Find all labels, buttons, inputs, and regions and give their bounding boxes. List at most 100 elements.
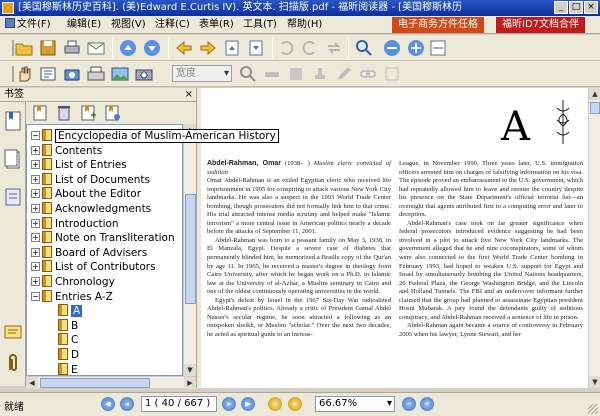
expand-icon[interactable]: +	[31, 174, 40, 184]
expand-bookmark-icon[interactable]	[30, 103, 50, 123]
scroll-left-arrow[interactable]: ◀	[26, 377, 38, 389]
save-icon[interactable]	[38, 38, 58, 58]
expand-icon[interactable]: +	[31, 204, 40, 213]
bookmark-item[interactable]: + About the Editor	[31, 187, 141, 202]
scroll-thumb[interactable]	[590, 102, 600, 114]
pencil-icon[interactable]	[334, 64, 354, 84]
bookmark-item[interactable]: + Board of Advisers	[31, 245, 147, 261]
scroll-thumb[interactable]	[185, 194, 196, 304]
expand-icon[interactable]: +	[31, 145, 40, 155]
forward-icon[interactable]	[198, 38, 218, 58]
last-page-icon[interactable]	[246, 38, 266, 58]
bookmark-horizontal-scrollbar[interactable]: ◀ ▶	[26, 376, 196, 389]
redo-icon[interactable]	[300, 38, 320, 58]
menu-view[interactable]: 视图(V)	[108, 18, 149, 32]
menu-edit[interactable]: 编辑(E)	[64, 18, 104, 32]
first-page-icon[interactable]	[222, 38, 242, 58]
collapse-icon[interactable]: −	[31, 291, 40, 301]
expand-icon[interactable]: +	[31, 218, 40, 228]
fit-width-icon[interactable]	[428, 38, 448, 58]
menu-form[interactable]: 表单(R)	[196, 18, 237, 32]
bookmark-item[interactable]: − Entries A-Z	[31, 289, 113, 305]
prev-page-button[interactable]: ◂	[120, 397, 134, 411]
menu-help[interactable]: 帮助(H)	[284, 18, 325, 32]
bookmark-item[interactable]: + List of Entries	[31, 158, 127, 173]
link-icon[interactable]	[358, 64, 378, 84]
bookmark-item[interactable]: + Contents	[31, 143, 102, 159]
expand-icon[interactable]: +	[31, 160, 40, 170]
back-icon[interactable]	[174, 38, 194, 58]
attachments-tab-icon[interactable]	[3, 352, 23, 374]
select-text-icon[interactable]	[38, 64, 58, 84]
ad-banner-2[interactable]: 福昕ID7文档合伴	[496, 17, 586, 33]
bookmark-item[interactable]: + Introduction	[31, 216, 119, 232]
menu-comment[interactable]: 注释(C)	[152, 18, 193, 32]
bookmark-vertical-scrollbar[interactable]: ▲ ▼	[183, 124, 196, 376]
next-page-button[interactable]: ▸	[222, 397, 236, 411]
open-folder-icon[interactable]	[14, 38, 34, 58]
hand-tool-icon[interactable]	[14, 64, 34, 84]
email-icon[interactable]	[86, 38, 106, 58]
minimize-button[interactable]: _	[554, 1, 568, 14]
typewriter-icon[interactable]	[86, 64, 106, 84]
comments-tab-icon[interactable]	[3, 322, 23, 344]
bookmark-item[interactable]: − Encyclopedia of Muslim-American History	[31, 129, 279, 144]
zoom-in-button[interactable]: +	[420, 397, 434, 411]
maximize-button[interactable]: □	[569, 1, 583, 14]
expand-icon[interactable]: +	[31, 262, 40, 272]
next-page-icon[interactable]	[142, 38, 162, 58]
zoom-icon[interactable]	[354, 38, 374, 58]
search-icon[interactable]	[238, 64, 258, 84]
resize-grip[interactable]	[588, 404, 598, 414]
ad-banner-1[interactable]: 电子商务方件任格	[392, 17, 484, 33]
expand-icon[interactable]: +	[31, 189, 40, 199]
expand-icon[interactable]: +	[31, 247, 40, 257]
first-page-button[interactable]: ◀	[101, 397, 115, 411]
properties-bookmark-icon[interactable]	[102, 103, 122, 123]
zoom-out-button[interactable]: −	[402, 397, 416, 411]
snapshot-icon[interactable]	[62, 64, 82, 84]
back-view-button[interactable]: ◂	[268, 397, 282, 411]
bookmark-item[interactable]: + Acknowledgments	[31, 202, 151, 217]
scroll-right-arrow[interactable]: ▶	[184, 377, 196, 389]
layers-tab-icon[interactable]	[3, 186, 23, 208]
bookmark-item[interactable]: A	[45, 304, 83, 319]
attachment-icon[interactable]	[382, 64, 402, 84]
new-bookmark-icon[interactable]	[78, 103, 98, 123]
pages-tab-icon[interactable]	[3, 148, 23, 170]
scroll-thumb[interactable]	[40, 378, 150, 388]
scroll-down-arrow[interactable]: ▼	[184, 364, 196, 376]
page-number-field[interactable]: 1 ( 40 / 667 )	[141, 396, 217, 412]
bookmarks-tab-icon[interactable]	[3, 110, 23, 132]
highlight-icon[interactable]	[262, 64, 282, 84]
zoom-in-icon[interactable]	[406, 38, 426, 58]
camera-icon[interactable]	[134, 64, 154, 84]
expand-icon[interactable]: +	[31, 233, 40, 243]
close-panel-button[interactable]: ×	[185, 88, 193, 102]
scroll-up-arrow[interactable]: ▲	[589, 88, 600, 100]
bookmark-item[interactable]: + List of Contributors	[31, 260, 156, 275]
bookmark-item[interactable]: + Chronology	[31, 275, 115, 290]
document-vertical-scrollbar[interactable]: ▲ ▼	[588, 88, 600, 388]
image-icon[interactable]	[110, 64, 130, 84]
bookmark-item[interactable]: D	[45, 348, 79, 363]
bookmark-item[interactable]: + Note on Transliteration	[31, 231, 175, 246]
undo-icon[interactable]	[276, 38, 296, 58]
forward-view-button[interactable]: ▸	[288, 397, 302, 411]
close-button[interactable]: ×	[584, 1, 598, 14]
rotate-icon[interactable]	[324, 38, 344, 58]
scroll-down-arrow[interactable]: ▼	[589, 376, 600, 388]
menu-tools[interactable]: 工具(T)	[240, 18, 280, 32]
bookmark-item[interactable]: B	[45, 318, 78, 334]
bookmark-item[interactable]: C	[45, 333, 78, 348]
prev-page-icon[interactable]	[118, 38, 138, 58]
last-page-button[interactable]: ▶	[241, 397, 255, 411]
zoom-out-icon[interactable]	[382, 38, 402, 58]
bookmark-item[interactable]: + List of Documents	[31, 172, 150, 188]
zoom-level-select[interactable]: 66.67%	[315, 396, 395, 412]
expand-icon[interactable]: +	[31, 277, 40, 286]
note-icon[interactable]	[286, 64, 306, 84]
delete-bookmark-icon[interactable]	[54, 103, 74, 123]
menu-file[interactable]: 文件(F)	[2, 18, 54, 32]
stamp-icon[interactable]	[310, 64, 330, 84]
